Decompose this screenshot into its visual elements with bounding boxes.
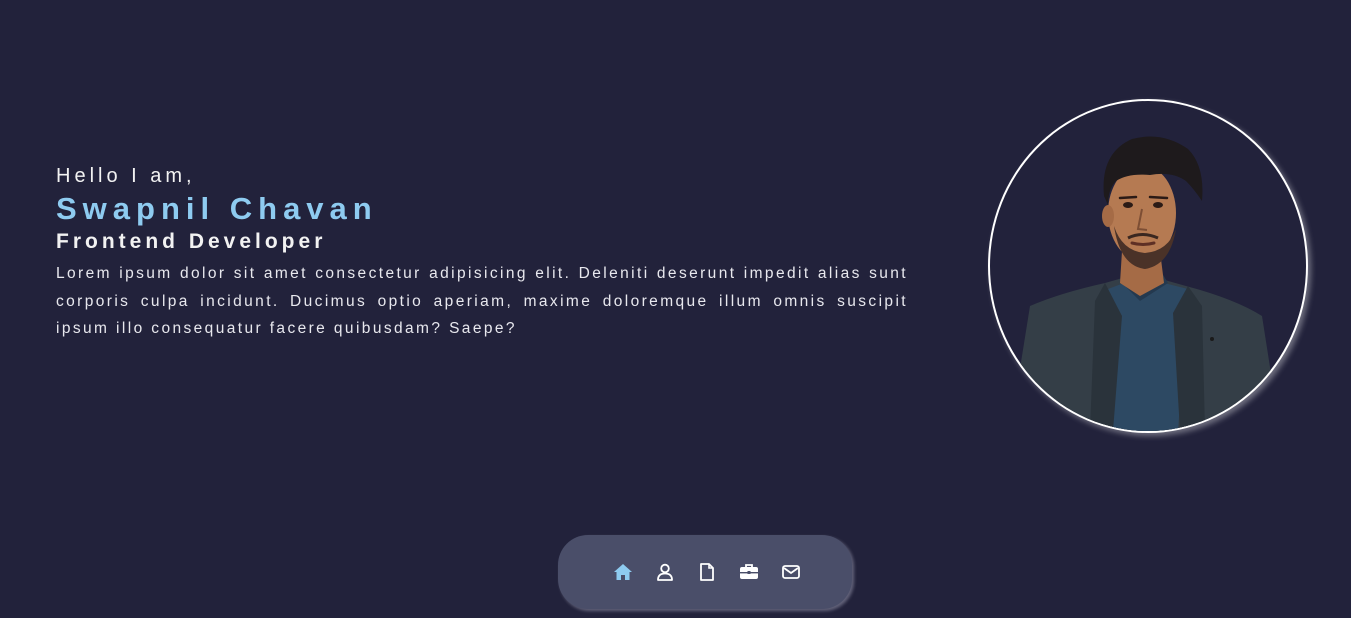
dock-resume-button[interactable]: [696, 561, 718, 583]
document-icon: [700, 563, 714, 581]
hero-role: Frontend Developer: [56, 230, 327, 253]
profile-photo: [988, 99, 1308, 433]
bottom-dock-nav: [558, 535, 852, 609]
hero-section: Hello I am, Swapnil Chavan Frontend Deve…: [56, 163, 908, 343]
dock-projects-button[interactable]: [738, 561, 760, 583]
profile-photo-illustration: [1010, 136, 1280, 431]
dock-about-button[interactable]: [654, 561, 676, 583]
mail-icon: [782, 565, 800, 579]
briefcase-icon: [740, 564, 758, 579]
dock-contact-button[interactable]: [780, 561, 802, 583]
hero-greeting: Hello I am,: [56, 165, 196, 187]
dock-home-button[interactable]: [612, 561, 634, 583]
hero-name: Swapnil Chavan: [56, 191, 378, 226]
user-icon: [657, 563, 673, 581]
hero-bio: Lorem ipsum dolor sit amet consectetur a…: [56, 265, 908, 338]
home-icon: [614, 564, 632, 580]
